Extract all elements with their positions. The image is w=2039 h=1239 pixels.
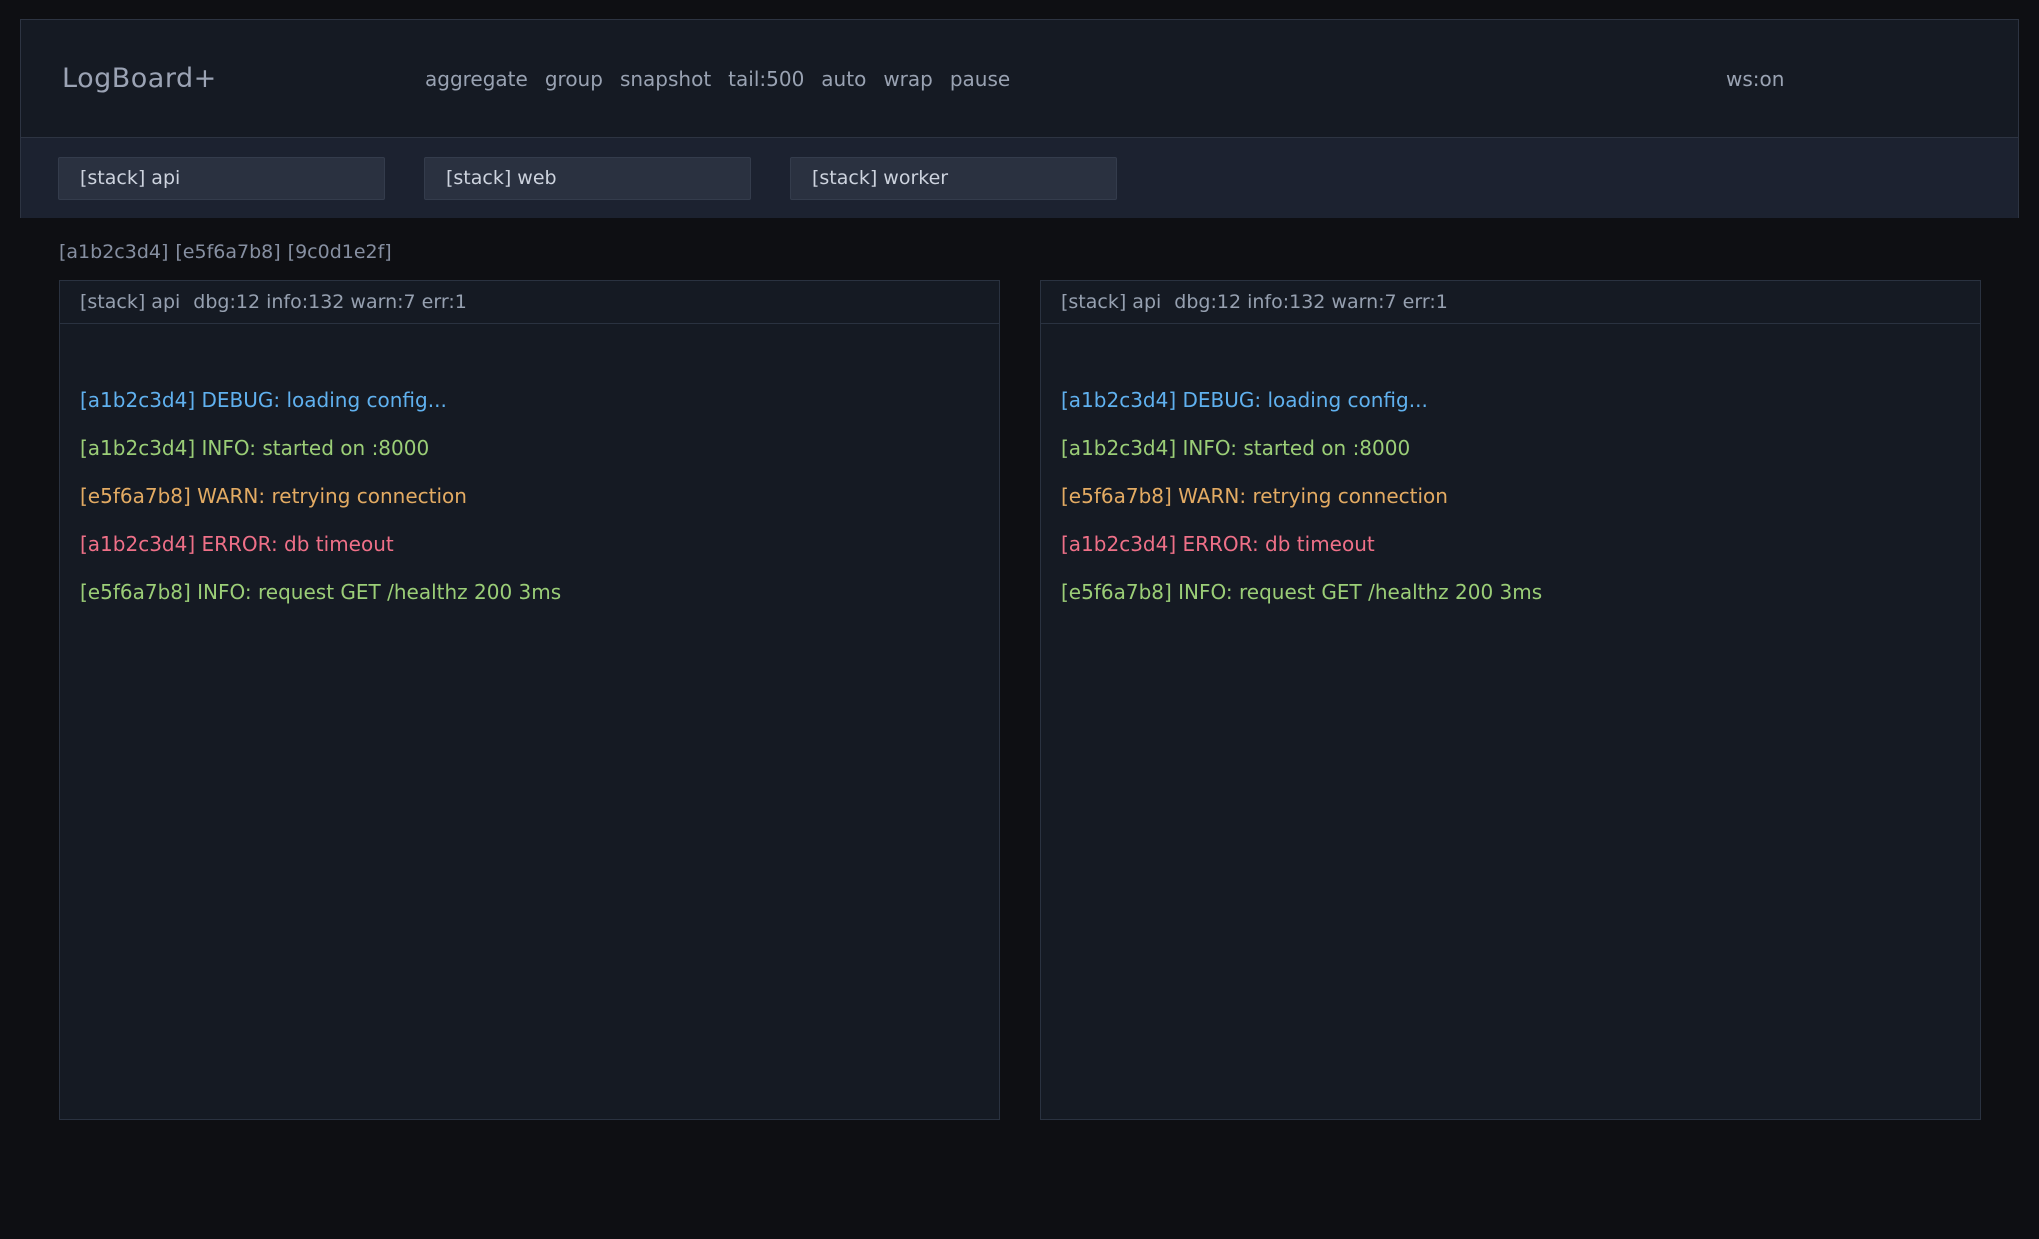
menu-item-tail[interactable]: tail:500	[728, 67, 804, 91]
log-line: [a1b2c3d4] INFO: started on :8000	[80, 424, 979, 472]
menu-item-auto[interactable]: auto	[821, 67, 866, 91]
menu-item-snapshot[interactable]: snapshot	[620, 67, 711, 91]
log-body[interactable]: [a1b2c3d4] DEBUG: loading config... [a1b…	[60, 324, 999, 668]
log-panel-left: [stack] api dbg:12 info:132 warn:7 err:1…	[59, 280, 1000, 1120]
menu-item-pause[interactable]: pause	[950, 67, 1010, 91]
log-panel-right: [stack] api dbg:12 info:132 warn:7 err:1…	[1040, 280, 1981, 1120]
panel-stack-label: [stack] api	[80, 291, 180, 313]
menu-item-wrap[interactable]: wrap	[883, 67, 933, 91]
stack-tab-api[interactable]: [stack] api	[58, 157, 385, 200]
log-panel-header: [stack] api dbg:12 info:132 warn:7 err:1	[1041, 281, 1980, 324]
panel-level-stats: dbg:12 info:132 warn:7 err:1	[193, 291, 467, 313]
log-line: [e5f6a7b8] INFO: request GET /healthz 20…	[80, 568, 979, 616]
toolbar: aggregate group snapshot tail:500 auto w…	[425, 20, 1010, 137]
log-line: [e5f6a7b8] WARN: retrying connection	[1061, 472, 1960, 520]
trace-chip[interactable]: [9c0d1e2f]	[288, 241, 392, 263]
stack-tab-worker[interactable]: [stack] worker	[790, 157, 1117, 200]
log-line: [a1b2c3d4] ERROR: db timeout	[1061, 520, 1960, 568]
panel-stack-label: [stack] api	[1061, 291, 1161, 313]
panel-level-stats: dbg:12 info:132 warn:7 err:1	[1174, 291, 1448, 313]
log-line: [a1b2c3d4] INFO: started on :8000	[1061, 424, 1960, 472]
menu-item-aggregate[interactable]: aggregate	[425, 67, 528, 91]
header-title-row: LogBoard+ aggregate group snapshot tail:…	[21, 20, 2018, 138]
ws-status-badge: ws:on	[1726, 20, 1784, 137]
logboard-app: LogBoard+ aggregate group snapshot tail:…	[0, 0, 2039, 1239]
stack-tabs-row: [stack] api [stack] web [stack] worker	[21, 138, 2018, 218]
trace-id-line: [a1b2c3d4] [e5f6a7b8] [9c0d1e2f]	[59, 241, 392, 263]
log-line: [e5f6a7b8] WARN: retrying connection	[80, 472, 979, 520]
log-panel-header: [stack] api dbg:12 info:132 warn:7 err:1	[60, 281, 999, 324]
header-card: LogBoard+ aggregate group snapshot tail:…	[20, 19, 2019, 218]
log-body[interactable]: [a1b2c3d4] DEBUG: loading config... [a1b…	[1041, 324, 1980, 668]
trace-chip[interactable]: [e5f6a7b8]	[175, 241, 280, 263]
app-title: LogBoard+	[62, 20, 217, 137]
menu-item-group[interactable]: group	[545, 67, 603, 91]
log-line: [a1b2c3d4] DEBUG: loading config...	[80, 376, 979, 424]
stack-tab-web[interactable]: [stack] web	[424, 157, 751, 200]
trace-chip[interactable]: [a1b2c3d4]	[59, 241, 168, 263]
log-line: [a1b2c3d4] DEBUG: loading config...	[1061, 376, 1960, 424]
log-line: [a1b2c3d4] ERROR: db timeout	[80, 520, 979, 568]
log-line: [e5f6a7b8] INFO: request GET /healthz 20…	[1061, 568, 1960, 616]
